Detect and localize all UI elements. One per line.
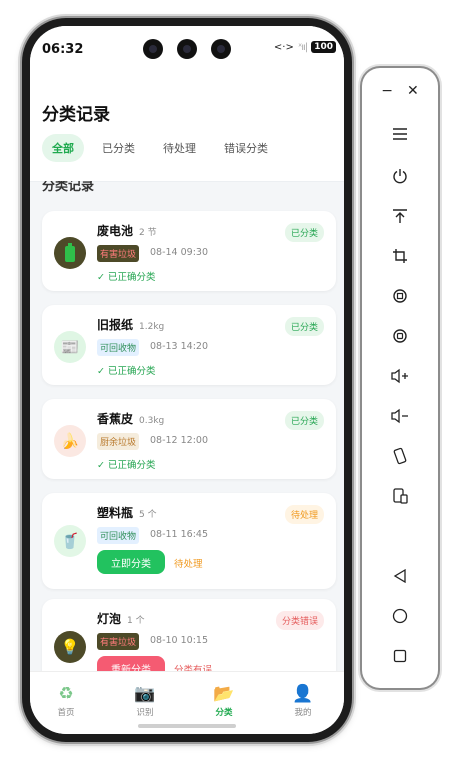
phone-frame: 06:32 <·> ˣıı| 100 分类记录 全部 已分类 待处理 错误分类 … [22,18,352,742]
item-time: 08-11 16:45 [150,529,209,540]
recent-apps-icon[interactable] [386,644,414,668]
tabbar-label: 首页 [57,708,75,718]
item-name: 香蕉皮 0.3kg [97,412,165,426]
home-icon[interactable] [386,604,414,628]
close-icon[interactable]: ✕ [407,83,419,99]
list-item[interactable]: 🍌 香蕉皮 0.3kg 厨余垃圾 08-12 12:00 已分类 ✓ 已正确分类 [42,399,336,479]
upload-icon[interactable] [386,204,414,228]
category-badge: 有害垃圾 [97,633,140,650]
emulator-sidebar: − ✕ [362,68,438,688]
window-controls: − ✕ [362,83,438,99]
item-time: 08-14 09:30 [150,247,209,258]
tabbar-recognize[interactable]: 📷 识别 [115,684,175,718]
item-name: 废电池 2 节 [97,224,157,238]
status-badge: 已分类 [284,317,324,336]
item-time: 08-10 10:15 [150,635,209,646]
volume-down-icon[interactable] [386,404,414,428]
tabbar-label: 分类 [215,708,233,718]
page-header: 分类记录 全部 已分类 待处理 错误分类 [30,86,344,182]
rotate-reverse-icon[interactable] [386,324,414,348]
list-item[interactable]: 🥤 塑料瓶 5 个 可回收物 08-11 16:45 待处理 立即分类 待处理 [42,493,336,589]
bulb-icon: 💡 [54,631,86,663]
camera-hole-icon [177,39,197,59]
item-note: ✓ 已正确分类 [97,460,156,471]
camera-icon: 📷 [134,684,156,704]
item-time: 08-12 12:00 [150,435,209,446]
camera-hole-icon [211,39,231,59]
home-indicator [138,724,236,728]
record-list[interactable]: 分类记录 废电池 2 节 有害垃圾 08-14 09:30 已分类 ✓ 已正确分类… [30,181,344,671]
status-badge: 已分类 [284,411,324,430]
item-hint: 分类有误 [174,665,213,671]
shake-icon[interactable] [386,444,414,468]
newspaper-icon: 📰 [54,331,86,363]
item-name: 塑料瓶 5 个 [97,506,157,520]
category-badge: 可回收物 [97,339,140,356]
item-name: 旧报纸 1.2kg [97,318,165,332]
tab-wrong[interactable]: 错误分类 [214,134,278,162]
status-icons: <·> ˣıı| 100 [274,41,336,53]
category-badge: 有害垃圾 [97,245,140,262]
crop-icon[interactable] [386,244,414,268]
battery-icon: 100 [311,41,336,53]
filter-tabs: 全部 已分类 待处理 错误分类 [42,134,278,162]
power-icon[interactable] [386,164,414,188]
status-time: 06:32 [42,42,84,57]
user-icon: 👤 [292,684,314,704]
tabbar-profile[interactable]: 👤 我的 [273,684,333,718]
phone-screen: 06:32 <·> ˣıı| 100 分类记录 全部 已分类 待处理 错误分类 … [30,26,344,734]
reclassify-button[interactable]: 重新分类 [97,656,165,671]
item-time: 08-13 14:20 [150,341,209,352]
status-bar: 06:32 <·> ˣıı| 100 [30,26,344,86]
battery-icon [54,237,86,269]
tabbar-classify[interactable]: 📂 分类 [194,684,254,718]
rotate-icon[interactable] [386,284,414,308]
signal-icon: ˣıı| [297,41,308,53]
status-badge: 已分类 [284,223,324,242]
list-item[interactable]: 💡 灯泡 1 个 有害垃圾 08-10 10:15 分类错误 重新分类 分类有误 [42,599,336,671]
section-title: 分类记录 [42,181,95,194]
tab-all[interactable]: 全部 [42,134,84,162]
back-icon[interactable] [386,564,414,588]
category-badge: 可回收物 [97,527,140,544]
item-note: ✓ 已正确分类 [97,272,156,283]
classify-now-button[interactable]: 立即分类 [97,550,165,574]
item-name: 灯泡 1 个 [97,612,145,626]
list-item[interactable]: 废电池 2 节 有害垃圾 08-14 09:30 已分类 ✓ 已正确分类 [42,211,336,291]
tabbar-label: 识别 [136,708,154,718]
banana-icon: 🍌 [54,425,86,457]
screenshot-icon[interactable] [386,484,414,508]
hotspot-icon: <·> [273,41,294,53]
menu-icon[interactable] [386,122,414,146]
tab-classified[interactable]: 已分类 [92,134,145,162]
page-title: 分类记录 [42,105,110,125]
cup-icon: 🥤 [54,525,86,557]
item-hint: 待处理 [174,559,203,570]
tab-pending[interactable]: 待处理 [153,134,206,162]
volume-up-icon[interactable] [386,364,414,388]
folder-icon: 📂 [213,684,235,704]
camera-hole-icon [143,39,163,59]
status-badge: 分类错误 [275,611,324,630]
recycle-icon: ♻ [58,684,74,704]
item-note: ✓ 已正确分类 [97,366,156,377]
tabbar-home[interactable]: ♻ 首页 [36,684,96,718]
minimize-icon[interactable]: − [381,83,393,99]
bottom-tabbar: ♻ 首页 📷 识别 📂 分类 👤 我的 [30,671,344,734]
status-badge: 待处理 [284,505,324,524]
category-badge: 厨余垃圾 [97,433,140,450]
list-item[interactable]: 📰 旧报纸 1.2kg 可回收物 08-13 14:20 已分类 ✓ 已正确分类 [42,305,336,385]
tabbar-label: 我的 [294,708,312,718]
